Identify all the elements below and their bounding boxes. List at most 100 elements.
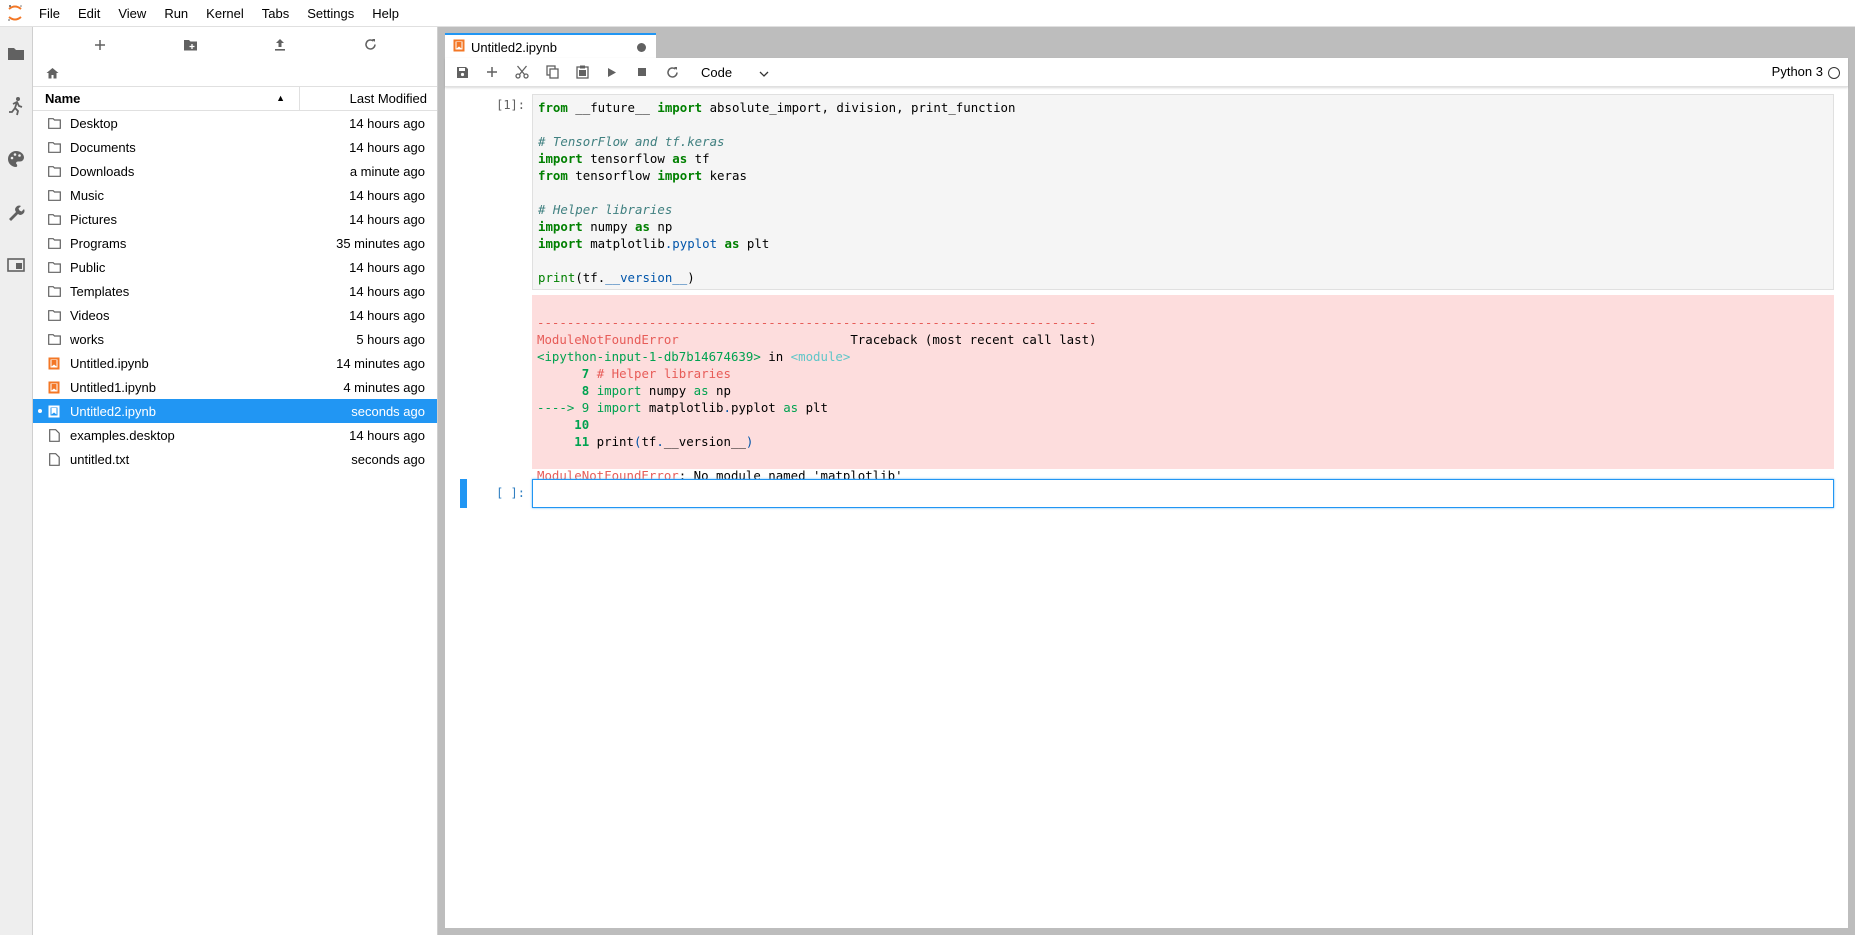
file-icon — [47, 452, 61, 466]
file-modified: seconds ago — [351, 451, 425, 467]
traceback-location-line: <ipython-input-1-db7b14674639> in <modul… — [537, 349, 851, 364]
folder-icon — [47, 236, 61, 250]
cell-type-dropdown[interactable]: Code — [695, 61, 775, 83]
kernel-name[interactable]: Python 3 — [1772, 64, 1823, 79]
run-icon[interactable] — [597, 60, 627, 84]
tabs-icon[interactable] — [5, 254, 27, 276]
refresh-icon[interactable] — [325, 30, 415, 60]
add-cell-icon[interactable] — [477, 60, 507, 84]
unsaved-dot-icon[interactable] — [637, 42, 646, 52]
file-name: Videos — [70, 307, 110, 323]
folder-icon — [47, 332, 61, 346]
running-icon[interactable] — [5, 95, 27, 117]
code-line: import numpy as np — [538, 219, 673, 234]
new-folder-icon[interactable] — [145, 30, 235, 60]
notebook-icon — [453, 39, 465, 55]
file-name: Public — [70, 259, 106, 275]
notebook-icon — [47, 404, 61, 418]
notebook-toolbar: Code Python 3 — [445, 58, 1848, 87]
folder-icon — [47, 188, 61, 202]
file-item[interactable]: Videos 14 hours ago — [33, 303, 437, 327]
traceback-header-line: ModuleNotFoundError Traceback (most rece… — [537, 332, 1097, 347]
file-modified: 14 minutes ago — [336, 355, 425, 371]
file-name: Untitled.ipynb — [70, 355, 149, 371]
file-item[interactable]: Downloads a minute ago — [33, 159, 437, 183]
home-icon[interactable] — [46, 67, 59, 82]
file-name: Untitled1.ipynb — [70, 379, 156, 395]
tab-untitled2[interactable]: Untitled2.ipynb — [445, 33, 656, 59]
menu-run[interactable]: Run — [155, 0, 197, 27]
menu-view[interactable]: View — [109, 0, 155, 27]
menu-help[interactable]: Help — [363, 0, 408, 27]
menu-file[interactable]: File — [30, 0, 69, 27]
file-item[interactable]: untitled.txt seconds ago — [33, 447, 437, 471]
code-line: import tensorflow as tf — [538, 151, 710, 166]
file-item[interactable]: Desktop 14 hours ago — [33, 111, 437, 135]
file-item[interactable]: Programs 35 minutes ago — [33, 231, 437, 255]
file-name: Downloads — [70, 163, 135, 179]
folder-icon — [47, 116, 61, 130]
folder-icon — [47, 308, 61, 322]
file-name: Desktop — [70, 115, 118, 131]
copy-icon[interactable] — [537, 60, 567, 84]
new-launcher-icon[interactable] — [55, 30, 145, 60]
file-item[interactable]: Untitled.ipynb 14 minutes ago — [33, 351, 437, 375]
file-modified: 14 hours ago — [349, 283, 425, 299]
save-icon[interactable] — [447, 60, 477, 84]
traceback-line: 10 — [537, 417, 590, 432]
file-modified: 14 hours ago — [349, 187, 425, 203]
restart-icon[interactable] — [657, 60, 687, 84]
traceback-line: 7 # Helper libraries — [537, 366, 731, 381]
cell-prompt: [1]: — [496, 98, 525, 112]
active-cell-indicator — [460, 479, 467, 508]
cell-type-value: Code — [701, 64, 733, 80]
wrench-icon[interactable] — [5, 201, 27, 223]
kernel-idle-status-icon — [1828, 67, 1840, 79]
file-name: Programs — [70, 235, 127, 251]
chevron-down-icon — [759, 65, 769, 80]
notebook-icon — [47, 356, 61, 370]
code-line: # Helper libraries — [538, 202, 673, 217]
file-modified: 4 minutes ago — [343, 379, 425, 395]
column-modified-header[interactable]: Last Modified — [300, 87, 437, 110]
cell-prompt: [ ]: — [496, 486, 525, 500]
file-browser-toolbar — [33, 27, 437, 62]
menu-settings[interactable]: Settings — [298, 0, 363, 27]
menu-edit[interactable]: Edit — [69, 0, 109, 27]
paste-icon[interactable] — [567, 60, 597, 84]
file-item[interactable]: Public 14 hours ago — [33, 255, 437, 279]
file-item[interactable]: Templates 14 hours ago — [33, 279, 437, 303]
traceback-line: 8 import numpy as np — [537, 383, 731, 398]
file-modified: 14 hours ago — [349, 115, 425, 131]
file-modified: 14 hours ago — [349, 259, 425, 275]
document-tab-bar: Untitled2.ipynb — [438, 27, 1855, 59]
folder-icon[interactable] — [5, 42, 27, 64]
cell-input-editor[interactable]: from __future__ import absolute_import, … — [532, 94, 1834, 290]
file-item[interactable]: examples.desktop 14 hours ago — [33, 423, 437, 447]
file-item[interactable]: works 5 hours ago — [33, 327, 437, 351]
file-item[interactable]: Untitled1.ipynb 4 minutes ago — [33, 375, 437, 399]
file-item[interactable]: Music 14 hours ago — [33, 183, 437, 207]
code-line: from tensorflow import keras — [538, 168, 747, 183]
file-item[interactable]: Pictures 14 hours ago — [33, 207, 437, 231]
cut-icon[interactable] — [507, 60, 537, 84]
breadcrumb — [33, 62, 437, 86]
menu-tabs[interactable]: Tabs — [253, 0, 298, 27]
file-modified: 5 hours ago — [356, 331, 425, 347]
stop-icon[interactable] — [627, 60, 657, 84]
file-name: Pictures — [70, 211, 117, 227]
palette-icon[interactable] — [5, 148, 27, 170]
column-name-header[interactable]: Name ▲ — [33, 87, 300, 110]
jupyter-logo-icon — [0, 0, 30, 27]
file-list-header: Name ▲ Last Modified — [33, 86, 437, 111]
file-item[interactable]: Documents 14 hours ago — [33, 135, 437, 159]
main-dock-area: Untitled2.ipynb Code Python 3 [1]: from … — [438, 27, 1855, 935]
menu-kernel[interactable]: Kernel — [197, 0, 253, 27]
upload-icon[interactable] — [235, 30, 325, 60]
file-item[interactable]: Untitled2.ipynb seconds ago — [33, 399, 437, 423]
file-modified: a minute ago — [349, 163, 425, 179]
traceback-line: 11 print(tf.__version__) — [537, 434, 754, 449]
cell-input-editor[interactable] — [532, 479, 1834, 508]
